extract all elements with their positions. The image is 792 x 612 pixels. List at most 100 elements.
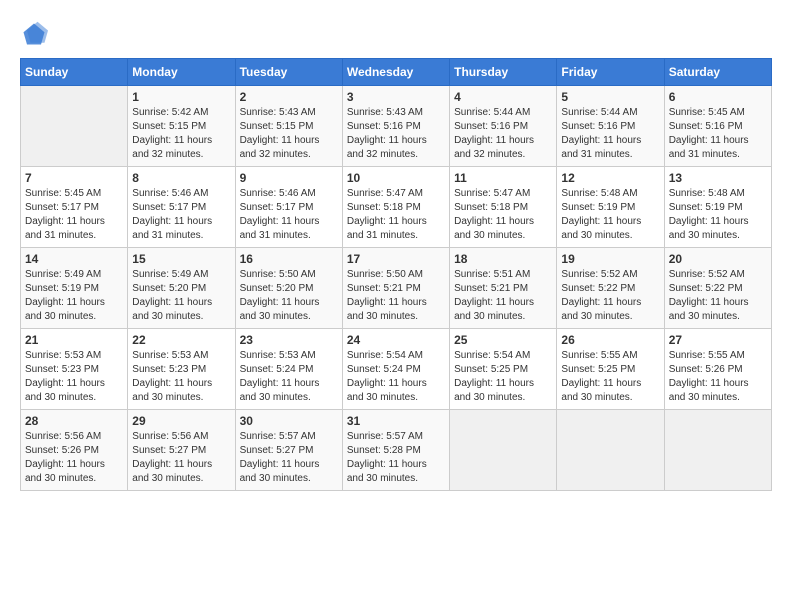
calendar-cell: 12 Sunrise: 5:48 AMSunset: 5:19 PMDayligh… [557,167,664,248]
day-number: 11 [454,171,552,185]
calendar-cell [450,410,557,491]
day-info: Sunrise: 5:57 AMSunset: 5:28 PMDaylight:… [347,430,445,486]
calendar-cell: 23 Sunrise: 5:53 AMSunset: 5:24 PMDayligh… [235,329,342,410]
day-number: 25 [454,333,552,347]
day-info: Sunrise: 5:56 AMSunset: 5:26 PMDaylight:… [25,430,123,486]
calendar-cell: 31 Sunrise: 5:57 AMSunset: 5:28 PMDayligh… [342,410,449,491]
calendar-header-row: SundayMondayTuesdayWednesdayThursdayFrid… [21,59,772,86]
day-number: 22 [132,333,230,347]
calendar-cell: 17 Sunrise: 5:50 AMSunset: 5:21 PMDayligh… [342,248,449,329]
calendar-week-2: 7 Sunrise: 5:45 AMSunset: 5:17 PMDaylight… [21,167,772,248]
day-info: Sunrise: 5:52 AMSunset: 5:22 PMDaylight:… [669,268,767,324]
calendar-cell: 28 Sunrise: 5:56 AMSunset: 5:26 PMDayligh… [21,410,128,491]
calendar-cell: 27 Sunrise: 5:55 AMSunset: 5:26 PMDayligh… [664,329,771,410]
calendar-cell [21,86,128,167]
logo-icon [20,20,48,48]
day-number: 7 [25,171,123,185]
day-number: 31 [347,414,445,428]
calendar-week-5: 28 Sunrise: 5:56 AMSunset: 5:26 PMDayligh… [21,410,772,491]
calendar-cell: 3Sunrise: 5:43 AMSunset: 5:16 PMDaylight… [342,86,449,167]
day-number: 24 [347,333,445,347]
day-number: 15 [132,252,230,266]
column-header-friday: Friday [557,59,664,86]
calendar-cell: 19 Sunrise: 5:52 AMSunset: 5:22 PMDayligh… [557,248,664,329]
day-info: Sunrise: 5:48 AMSunset: 5:19 PMDaylight:… [561,187,659,243]
day-info: Sunrise: 5:57 AMSunset: 5:27 PMDaylight:… [240,430,338,486]
day-number: 27 [669,333,767,347]
calendar-table: SundayMondayTuesdayWednesdayThursdayFrid… [20,58,772,491]
calendar-cell: 26 Sunrise: 5:55 AMSunset: 5:25 PMDayligh… [557,329,664,410]
day-info: Sunrise: 5:53 AMSunset: 5:23 PMDaylight:… [132,349,230,405]
day-info: Sunrise: 5:47 AMSunset: 5:18 PMDaylight:… [454,187,552,243]
day-number: 23 [240,333,338,347]
calendar-cell: 22 Sunrise: 5:53 AMSunset: 5:23 PMDayligh… [128,329,235,410]
day-info: Sunrise: 5:52 AMSunset: 5:22 PMDaylight:… [561,268,659,324]
day-info: Sunrise: 5:50 AMSunset: 5:21 PMDaylight:… [347,268,445,324]
calendar-cell: 24 Sunrise: 5:54 AMSunset: 5:24 PMDayligh… [342,329,449,410]
calendar-cell: 25 Sunrise: 5:54 AMSunset: 5:25 PMDayligh… [450,329,557,410]
column-header-wednesday: Wednesday [342,59,449,86]
day-info: Sunrise: 5:49 AMSunset: 5:20 PMDaylight:… [132,268,230,324]
column-header-monday: Monday [128,59,235,86]
day-info: Sunrise: 5:43 AMSunset: 5:15 PMDaylight:… [240,106,338,162]
day-number: 28 [25,414,123,428]
calendar-cell: 8 Sunrise: 5:46 AMSunset: 5:17 PMDaylight… [128,167,235,248]
day-number: 26 [561,333,659,347]
day-number: 6 [669,90,767,104]
day-number: 12 [561,171,659,185]
day-number: 20 [669,252,767,266]
day-number: 1 [132,90,230,104]
calendar-cell [664,410,771,491]
day-info: Sunrise: 5:47 AMSunset: 5:18 PMDaylight:… [347,187,445,243]
calendar-cell [557,410,664,491]
day-info: Sunrise: 5:45 AMSunset: 5:16 PMDaylight:… [669,106,767,162]
day-number: 9 [240,171,338,185]
calendar-cell: 18Sunrise: 5:51 AMSunset: 5:21 PMDayligh… [450,248,557,329]
calendar-cell: 2 Sunrise: 5:43 AMSunset: 5:15 PMDaylight… [235,86,342,167]
day-info: Sunrise: 5:53 AMSunset: 5:23 PMDaylight:… [25,349,123,405]
day-info: Sunrise: 5:54 AMSunset: 5:25 PMDaylight:… [454,349,552,405]
day-info: Sunrise: 5:49 AMSunset: 5:19 PMDaylight:… [25,268,123,324]
day-number: 5 [561,90,659,104]
day-info: Sunrise: 5:53 AMSunset: 5:24 PMDaylight:… [240,349,338,405]
day-number: 2 [240,90,338,104]
day-number: 19 [561,252,659,266]
day-number: 17 [347,252,445,266]
calendar-cell: 13 Sunrise: 5:48 AMSunset: 5:19 PMDayligh… [664,167,771,248]
day-number: 13 [669,171,767,185]
calendar-cell: 29 Sunrise: 5:56 AMSunset: 5:27 PMDayligh… [128,410,235,491]
day-number: 4 [454,90,552,104]
day-info: Sunrise: 5:43 AMSunset: 5:16 PMDaylight:… [347,106,445,162]
day-info: Sunrise: 5:54 AMSunset: 5:24 PMDaylight:… [347,349,445,405]
day-number: 30 [240,414,338,428]
calendar-week-3: 14 Sunrise: 5:49 AMSunset: 5:19 PMDayligh… [21,248,772,329]
calendar-cell: 30 Sunrise: 5:57 AMSunset: 5:27 PMDayligh… [235,410,342,491]
calendar-cell: 6 Sunrise: 5:45 AMSunset: 5:16 PMDaylight… [664,86,771,167]
calendar-cell: 21 Sunrise: 5:53 AMSunset: 5:23 PMDayligh… [21,329,128,410]
day-info: Sunrise: 5:56 AMSunset: 5:27 PMDaylight:… [132,430,230,486]
logo [20,20,52,48]
column-header-saturday: Saturday [664,59,771,86]
calendar-cell: 5Sunrise: 5:44 AMSunset: 5:16 PMDaylight… [557,86,664,167]
day-number: 21 [25,333,123,347]
day-info: Sunrise: 5:44 AMSunset: 5:16 PMDaylight:… [454,106,552,162]
calendar-week-4: 21 Sunrise: 5:53 AMSunset: 5:23 PMDayligh… [21,329,772,410]
calendar-week-1: 1Sunrise: 5:42 AMSunset: 5:15 PMDaylight… [21,86,772,167]
calendar-cell: 10 Sunrise: 5:47 AMSunset: 5:18 PMDayligh… [342,167,449,248]
day-info: Sunrise: 5:50 AMSunset: 5:20 PMDaylight:… [240,268,338,324]
day-number: 16 [240,252,338,266]
calendar-cell: 11 Sunrise: 5:47 AMSunset: 5:18 PMDayligh… [450,167,557,248]
day-number: 14 [25,252,123,266]
day-info: Sunrise: 5:55 AMSunset: 5:26 PMDaylight:… [669,349,767,405]
day-info: Sunrise: 5:48 AMSunset: 5:19 PMDaylight:… [669,187,767,243]
day-info: Sunrise: 5:45 AMSunset: 5:17 PMDaylight:… [25,187,123,243]
day-info: Sunrise: 5:46 AMSunset: 5:17 PMDaylight:… [132,187,230,243]
day-number: 8 [132,171,230,185]
calendar-cell: 20 Sunrise: 5:52 AMSunset: 5:22 PMDayligh… [664,248,771,329]
day-number: 10 [347,171,445,185]
column-header-thursday: Thursday [450,59,557,86]
day-info: Sunrise: 5:55 AMSunset: 5:25 PMDaylight:… [561,349,659,405]
calendar-cell: 4 Sunrise: 5:44 AMSunset: 5:16 PMDaylight… [450,86,557,167]
day-number: 29 [132,414,230,428]
header [20,20,772,48]
